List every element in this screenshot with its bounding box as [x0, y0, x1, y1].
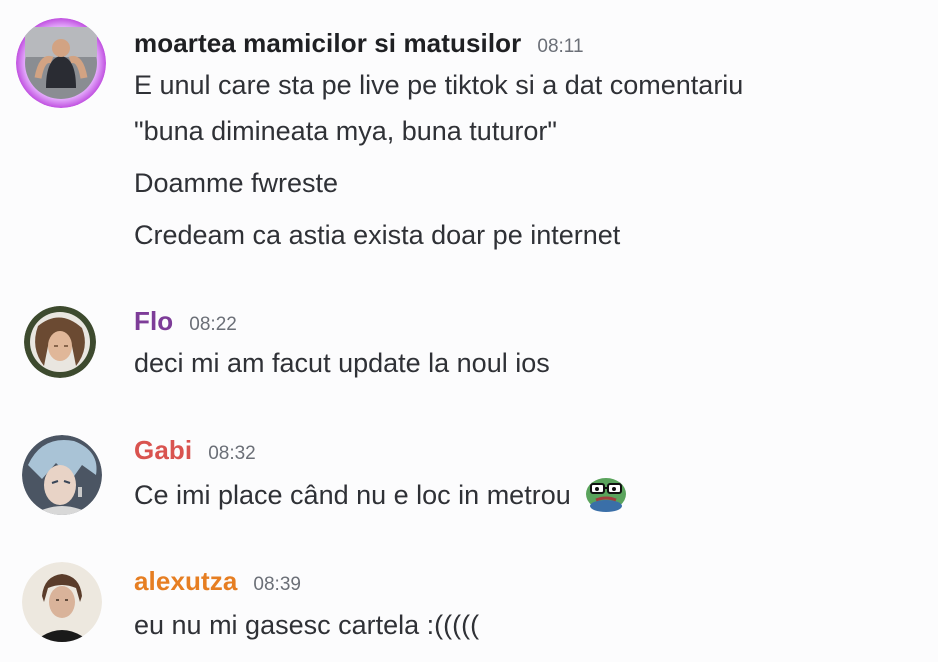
message-text: Credeam ca astia exista doar pe internet: [134, 220, 621, 250]
username[interactable]: alexutza: [134, 566, 237, 597]
username[interactable]: Flo: [134, 306, 173, 337]
username[interactable]: moartea mamicilor si matusilor: [134, 28, 521, 59]
user-avatar[interactable]: [24, 306, 96, 378]
username[interactable]: Gabi: [134, 435, 192, 466]
message-timestamp[interactable]: 08:22: [189, 314, 237, 336]
message-text: deci mi am facut update la noul ios: [134, 348, 550, 378]
message-text: Ce imi place când nu e loc in metrou: [134, 480, 571, 510]
message-text: eu nu mi gasesc cartela :(((((: [134, 610, 480, 640]
pepe-glasses-emoji-icon[interactable]: [584, 476, 628, 512]
message-text-row: Ce imi place când nu e loc in metrou: [134, 476, 628, 512]
message-timestamp[interactable]: 08:11: [537, 36, 583, 58]
user-avatar[interactable]: [22, 435, 102, 515]
message-text: Doamme fwreste: [134, 168, 339, 198]
message-timestamp[interactable]: 08:32: [208, 443, 256, 465]
portrait-avatar-icon: [24, 306, 96, 378]
message-text: "buna dimineata mya, buna tuturor": [134, 116, 557, 146]
user-avatar[interactable]: [16, 18, 106, 108]
user-avatar[interactable]: [22, 562, 102, 642]
message-timestamp[interactable]: 08:39: [253, 574, 301, 596]
portrait-avatar-icon: [22, 562, 102, 642]
message-text: E unul care sta pe live pe tiktok si a d…: [134, 70, 744, 100]
gym-selfie-avatar-icon: [16, 18, 106, 108]
anime-character-avatar-icon: [22, 435, 102, 515]
